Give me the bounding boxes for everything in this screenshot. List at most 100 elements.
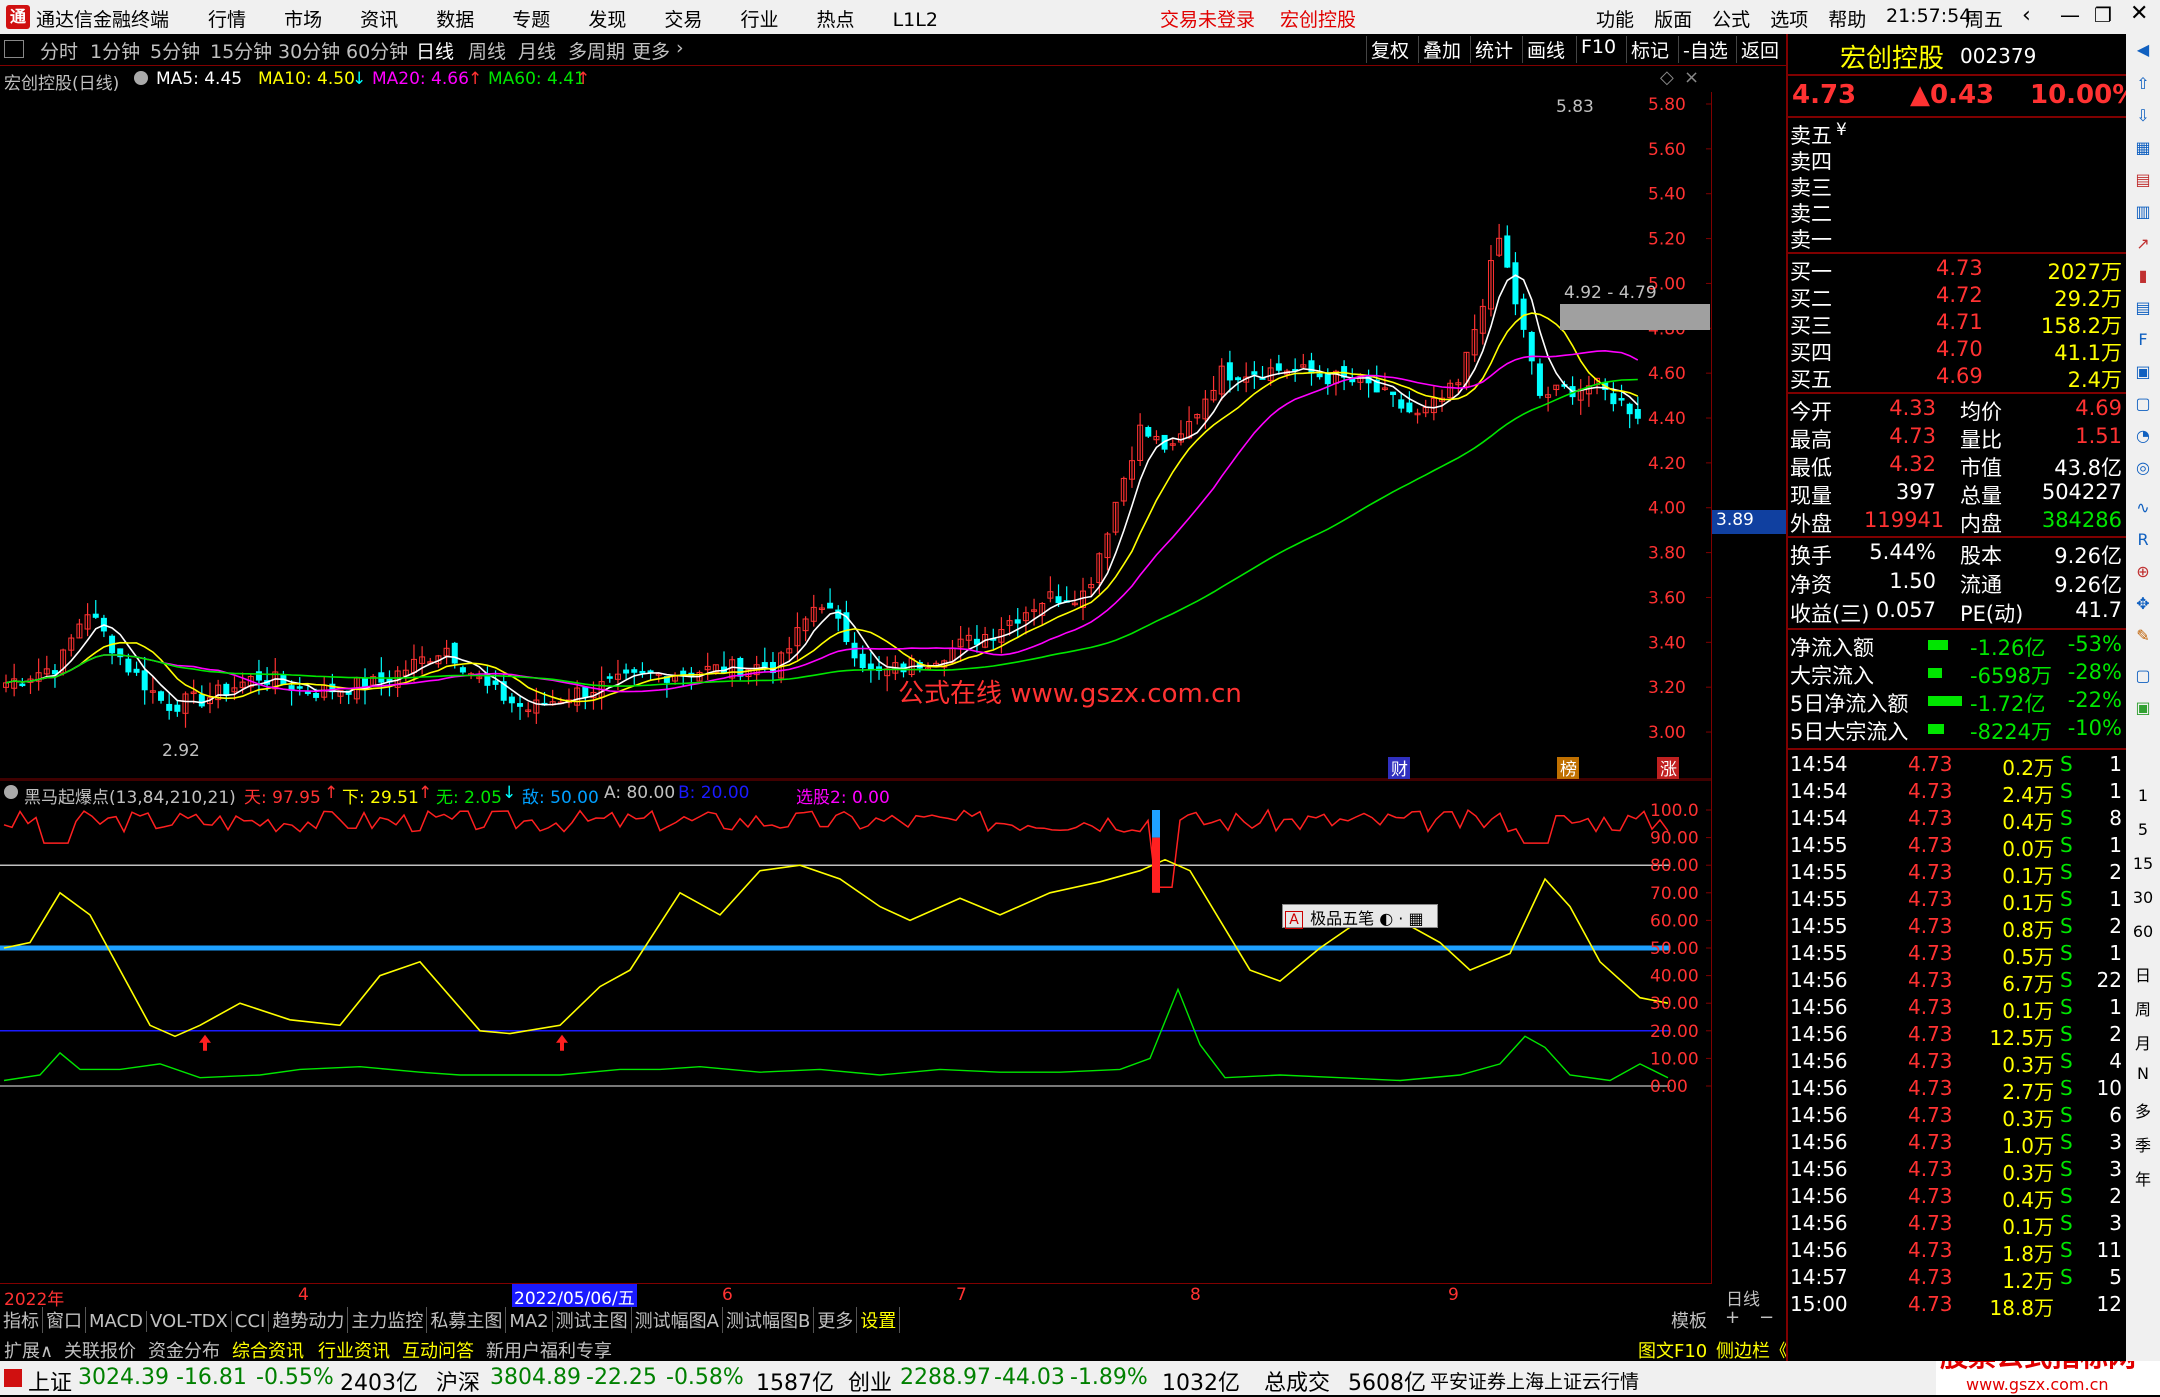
tab-ma2[interactable]: MA2 [506, 1311, 553, 1332]
tab-related-quotes[interactable]: 关联报价 [64, 1337, 136, 1363]
pie-icon[interactable]: ◔ [2131, 426, 2155, 445]
ime-punct-icon[interactable]: · [1398, 909, 1403, 928]
tab-qa[interactable]: 互动问答 [402, 1337, 474, 1363]
up-arrow-icon[interactable]: ⇧ [2131, 74, 2155, 93]
doc-icon[interactable]: ▢ [2131, 394, 2155, 413]
cy-name[interactable]: 创业 [848, 1365, 892, 1397]
ime-mode-icon[interactable]: A [1285, 911, 1303, 929]
pen-icon[interactable]: ✎ [2131, 626, 2155, 645]
fs-icon[interactable]: ▢ [2131, 666, 2155, 685]
grid-icon[interactable]: ▦ [2131, 138, 2155, 157]
tab-main-monitor[interactable]: 主力监控 [348, 1307, 428, 1333]
table-icon[interactable]: ▤ [2131, 298, 2155, 317]
layout-icon[interactable]: ▣ [2131, 362, 2155, 381]
period-weekly[interactable]: 周线 [468, 37, 506, 64]
sidebar-period-60[interactable]: 60 [2131, 922, 2155, 941]
sidebar-period-5[interactable]: 5 [2131, 820, 2155, 839]
tab-test-sub-b[interactable]: 测试幅图B [723, 1307, 815, 1333]
move-icon[interactable]: ✥ [2131, 594, 2155, 613]
ime-toolbar[interactable]: A 极品五笔 ◐ · ▦ [1282, 904, 1438, 929]
tool-adjust[interactable]: 复权 [1366, 36, 1413, 63]
period-15min[interactable]: 15分钟 [210, 37, 272, 64]
period-1min[interactable]: 1分钟 [90, 37, 140, 64]
ime-moon-icon[interactable]: ◐ [1379, 909, 1393, 928]
alert-icon[interactable]: ⊕ [2131, 562, 2155, 581]
tab-settings[interactable]: 设置 [857, 1307, 901, 1333]
tool-f10[interactable]: F10 [1576, 36, 1620, 63]
box-icon[interactable]: ▣ [2131, 698, 2155, 717]
sidebar-period-30[interactable]: 30 [2131, 888, 2155, 907]
candlestick-chart[interactable]: 5.805.605.405.205.004.804.604.404.204.00… [0, 92, 1712, 780]
login-notice[interactable]: 交易未登录 [1160, 5, 1255, 32]
period-5min[interactable]: 5分钟 [150, 37, 200, 64]
tab-private-main[interactable]: 私募主图 [427, 1307, 507, 1333]
zoom-out-button[interactable]: − [1756, 1307, 1777, 1328]
tab-f10[interactable]: 图文F10 [1638, 1337, 1707, 1363]
sidebar-period-1[interactable]: 1 [2131, 786, 2155, 805]
restore-icon[interactable]: ❐ [2094, 3, 2112, 27]
tab-industry-news[interactable]: 行业资讯 [318, 1337, 390, 1363]
feed-label[interactable]: 平安证券上海上证云行情 [1430, 1367, 1639, 1394]
wave-icon[interactable]: ∿ [2131, 498, 2155, 517]
panel-toggle-icon[interactable] [4, 40, 24, 58]
tab-vol-tdx[interactable]: VOL-TDX [147, 1311, 232, 1332]
tool-overlay[interactable]: 叠加 [1418, 36, 1465, 63]
tool-mark[interactable]: 标记 [1626, 36, 1673, 63]
minimize-icon[interactable]: — [2060, 3, 2080, 27]
period-fenshi[interactable]: 分时 [40, 37, 78, 64]
sidebar-period-week[interactable]: 周 [2131, 996, 2155, 1020]
sidebar-period-multi[interactable]: 多 [2131, 1098, 2155, 1122]
period-daily[interactable]: 日线 [416, 37, 454, 64]
diamond-icon[interactable]: ◇ [1660, 67, 1674, 88]
tab-trend[interactable]: 趋势动力 [269, 1307, 349, 1333]
menu-item-formula[interactable]: 公式 [1712, 9, 1750, 31]
tab-macd[interactable]: MACD [86, 1311, 147, 1332]
period-multi[interactable]: 多周期 [568, 37, 625, 64]
sidebar-period-15[interactable]: 15 [2131, 854, 2155, 873]
close-icon[interactable]: ✕ [2130, 1, 2148, 26]
indicator-chart[interactable]: 100.0 90.00 80.00 70.00 60.00 50.00 40.00 30.00… [0, 780, 1712, 1283]
period-30min[interactable]: 30分钟 [278, 37, 340, 64]
close-chart-icon[interactable]: × [1684, 67, 1699, 88]
menu-item-discover[interactable]: 发现 [588, 5, 626, 32]
collapse-icon[interactable]: ◀ [2131, 40, 2155, 59]
period-monthly[interactable]: 月线 [518, 37, 556, 64]
tab-cci[interactable]: CCI [232, 1311, 270, 1332]
ime-keyboard-icon[interactable]: ▦ [1408, 909, 1423, 928]
menu-item-hot[interactable]: 热点 [817, 5, 855, 32]
sidebar-period-month[interactable]: 月 [2131, 1030, 2155, 1054]
menu-item-l1l2[interactable]: L1L2 [893, 9, 938, 31]
list-icon[interactable]: ▤ [2131, 170, 2155, 189]
down-arrow-icon[interactable]: ⇩ [2131, 106, 2155, 125]
tool-back[interactable]: 返回 [1736, 36, 1783, 63]
menu-item-help[interactable]: 帮助 [1828, 9, 1866, 31]
candle-icon[interactable]: ▮ [2131, 266, 2155, 285]
back-icon[interactable]: ‹ [2022, 3, 2031, 28]
menu-item-options[interactable]: 选项 [1770, 9, 1808, 31]
menu-item-layout[interactable]: 版面 [1654, 9, 1692, 31]
zoom-in-button[interactable]: + [1722, 1307, 1743, 1328]
menu-item-function[interactable]: 功能 [1596, 9, 1634, 31]
tab-new-user[interactable]: 新用户福利专享 [486, 1337, 612, 1363]
menu-item-industry[interactable]: 行业 [740, 5, 778, 32]
tool-draw[interactable]: 画线 [1522, 36, 1569, 63]
f10-icon[interactable]: F [2131, 330, 2155, 349]
sidebar-period-n[interactable]: N [2131, 1064, 2155, 1083]
target-icon[interactable]: ◎ [2131, 458, 2155, 477]
tab-more[interactable]: 更多 [814, 1307, 858, 1333]
trend-icon[interactable]: ↗ [2131, 234, 2155, 253]
sh-name[interactable]: 上证 [28, 1365, 72, 1397]
tab-test-main[interactable]: 测试主图 [553, 1307, 632, 1333]
sidebar-period-day[interactable]: 日 [2131, 962, 2155, 986]
tab-test-sub-a[interactable]: 测试幅图A [632, 1307, 723, 1333]
rsi-icon[interactable]: R [2131, 530, 2155, 549]
tab-sidebar[interactable]: 侧边栏《 [1716, 1337, 1788, 1363]
tab-indicator[interactable]: 指标 [0, 1307, 43, 1333]
settings-icon[interactable] [134, 71, 148, 85]
menu-item-news[interactable]: 资讯 [360, 5, 398, 32]
menu-item-market[interactable]: 市场 [284, 5, 322, 32]
tab-composite-news[interactable]: 综合资讯 [232, 1337, 304, 1363]
menu-item-topics[interactable]: 专题 [512, 5, 550, 32]
hs-name[interactable]: 沪深 [436, 1365, 480, 1397]
sidebar-period-quarter[interactable]: 季 [2131, 1132, 2155, 1156]
